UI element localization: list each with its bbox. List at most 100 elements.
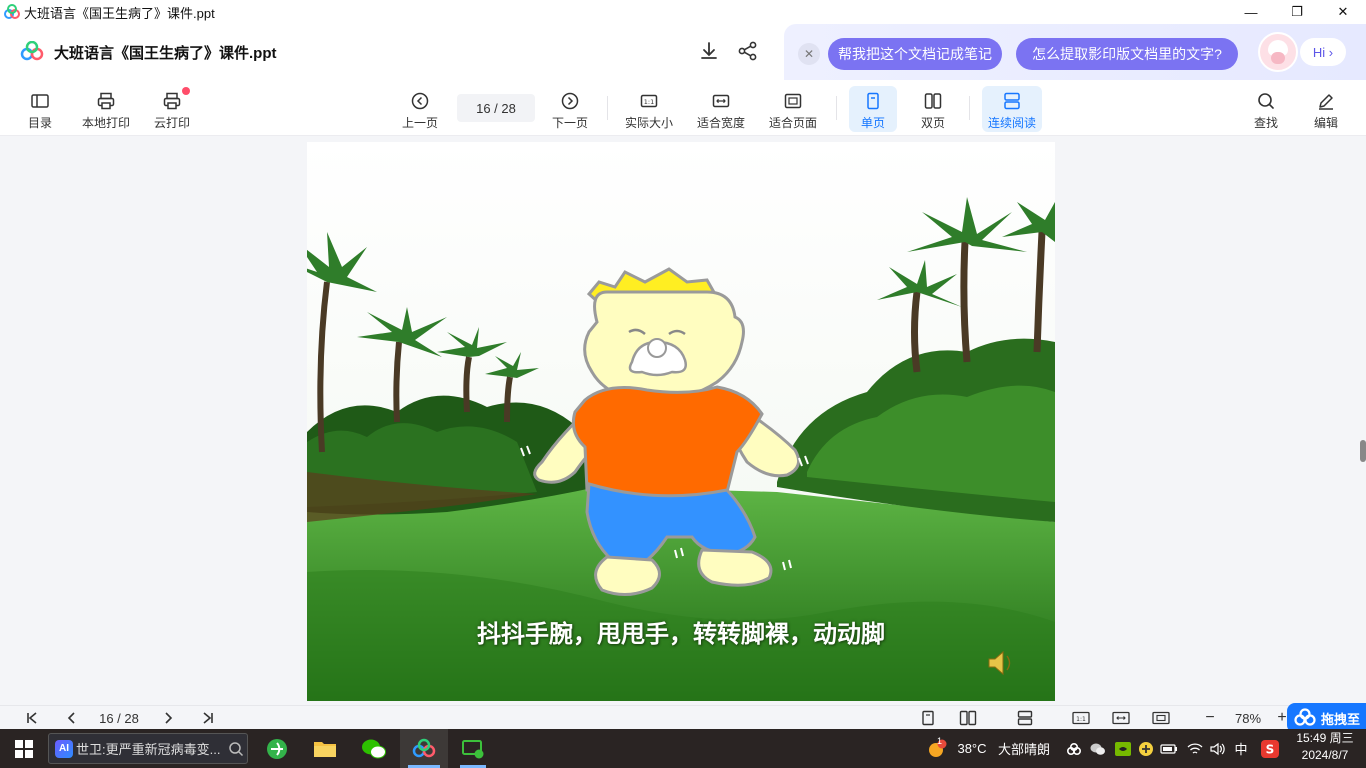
share-icon[interactable] — [737, 40, 759, 62]
battery-icon[interactable] — [1158, 729, 1180, 768]
close-icon[interactable]: ✕ — [798, 43, 820, 65]
cloud-printer-icon — [163, 92, 181, 110]
close-button[interactable]: ✕ — [1320, 0, 1366, 24]
last-page-icon[interactable] — [198, 706, 218, 730]
sogou-ime-icon[interactable]: S — [1258, 729, 1282, 768]
single-page-icon — [867, 92, 879, 110]
find-button[interactable]: 查找 — [1248, 86, 1284, 132]
wechat-tray-icon[interactable] — [1088, 729, 1108, 768]
actual-size-icon: 1:1 — [640, 94, 658, 108]
document-title: 大班语言《国王生病了》课件.ppt — [54, 45, 277, 62]
prev-page-icon[interactable] — [62, 706, 82, 730]
notification-dot — [182, 87, 190, 95]
volume-icon[interactable] — [1206, 729, 1228, 768]
wifi-icon[interactable] — [1184, 729, 1206, 768]
minimize-button[interactable]: — — [1228, 0, 1274, 24]
chevron-right-icon: › — [1328, 44, 1334, 60]
ai-assistant-avatar[interactable] — [1258, 32, 1298, 72]
fit-page-icon — [784, 93, 802, 109]
download-icon[interactable] — [698, 40, 720, 62]
page-number-input[interactable]: 16 / 28 — [457, 94, 535, 122]
local-print-label: 本地打印 — [81, 116, 130, 130]
local-print-button[interactable]: 本地打印 — [80, 86, 132, 132]
continuous-reading-button[interactable]: 连续阅读 — [982, 86, 1042, 132]
baidu-netdisk-icon — [1294, 708, 1316, 726]
double-page-icon — [924, 93, 942, 109]
next-page-button[interactable]: 下一页 — [550, 86, 590, 132]
continuous-reading-label: 连续阅读 — [987, 116, 1036, 130]
arrow-left-circle-icon — [411, 92, 429, 110]
zoom-level[interactable]: 78% — [1228, 706, 1268, 730]
prev-page-button[interactable]: 上一页 — [400, 86, 440, 132]
baidu-netdisk-tray-icon[interactable] — [1064, 729, 1084, 768]
fit-width-icon[interactable] — [1110, 706, 1132, 730]
drag-upload-label: 拖拽至 — [1321, 711, 1361, 727]
svg-text:1:1: 1:1 — [644, 98, 654, 106]
nvidia-tray-icon[interactable] — [1112, 729, 1134, 768]
zoom-out-icon[interactable]: − — [1200, 706, 1220, 730]
clock-date: 2024/8/7 — [1301, 748, 1349, 762]
fit-width-icon — [712, 94, 730, 108]
fit-width-label: 适合宽度 — [696, 116, 745, 130]
svg-text:S: S — [1266, 742, 1275, 756]
file-explorer-icon[interactable] — [304, 729, 346, 768]
svg-text:1:1: 1:1 — [1076, 716, 1086, 723]
ai-icon: AI — [55, 739, 73, 758]
arrow-right-circle-icon — [561, 92, 579, 110]
double-page-label: 双页 — [920, 116, 945, 130]
weather-icon[interactable]: 1 — [924, 729, 950, 768]
add-tray-icon[interactable] — [1136, 729, 1156, 768]
ai-prompt-note-button[interactable]: 帮我把这个文档记成笔记 — [828, 38, 1002, 70]
search-news-text: 世卫:更严重新冠病毒变... — [76, 742, 221, 757]
weather-description: 大部晴朗 — [997, 742, 1050, 757]
catalog-button[interactable]: 目录 — [22, 86, 58, 132]
actual-size-button[interactable]: 1:1 实际大小 — [622, 86, 676, 132]
baidu-netdisk-logo-icon — [20, 41, 44, 61]
clock-time: 15:49 周三 — [1296, 731, 1354, 745]
toolbar-divider — [836, 96, 837, 120]
cloud-print-label: 云打印 — [153, 116, 190, 130]
single-page-button[interactable]: 单页 — [849, 86, 897, 132]
fit-page-button[interactable]: 适合页面 — [766, 86, 820, 132]
slide-page: 抖抖手腕，甩甩手，转转脚裸，动动脚 — [307, 142, 1055, 701]
ai-prompt-ocr-button[interactable]: 怎么提取影印版文档里的文字? — [1016, 38, 1238, 70]
viewer-toolbar: 目录 本地打印 云打印 上一页 16 / 28 下一页 1:1 实际大小 适合宽… — [0, 80, 1366, 136]
fit-page-icon[interactable] — [1150, 706, 1172, 730]
find-label: 查找 — [1253, 116, 1278, 130]
search-icon — [229, 741, 244, 756]
next-page-label: 下一页 — [551, 116, 588, 130]
ai-hi-button[interactable]: Hi › — [1300, 38, 1346, 66]
double-page-view-icon[interactable] — [956, 706, 980, 730]
status-page-indicator[interactable]: 16 / 28 — [88, 706, 150, 730]
fit-width-button[interactable]: 适合宽度 — [694, 86, 748, 132]
weather-badge: 1 — [937, 736, 943, 746]
double-page-button[interactable]: 双页 — [909, 86, 957, 132]
baidu-netdisk-app-icon[interactable] — [400, 729, 448, 768]
edit-button[interactable]: 编辑 — [1308, 86, 1344, 132]
screen-share-app-icon[interactable] — [452, 729, 494, 768]
pencil-icon — [1319, 94, 1333, 110]
continuous-view-icon[interactable] — [1014, 706, 1036, 730]
browser-app-icon[interactable] — [256, 729, 298, 768]
taskbar-search-box[interactable]: AI 世卫:更严重新冠病毒变... — [48, 733, 248, 764]
continuous-reading-icon — [1004, 92, 1020, 110]
single-page-view-icon[interactable] — [918, 706, 938, 730]
slide-caption: 抖抖手腕，甩甩手，转转脚裸，动动脚 — [477, 619, 885, 648]
toolbar-divider — [607, 96, 608, 120]
actual-size-label: 实际大小 — [624, 116, 673, 130]
wechat-app-icon[interactable] — [352, 729, 396, 768]
taskbar-clock[interactable]: 15:49 周三 2024/8/7 — [1290, 730, 1360, 764]
search-icon — [1258, 93, 1274, 109]
taskbar: AI 世卫:更严重新冠病毒变... 1 38°C 大部晴朗 中 S 15:49 … — [0, 729, 1366, 768]
next-page-icon[interactable] — [158, 706, 178, 730]
vertical-scrollbar[interactable] — [1360, 440, 1366, 462]
ime-indicator[interactable]: 中 — [1230, 729, 1252, 768]
baidu-netdisk-icon — [4, 4, 20, 19]
title-bar: 大班语言《国王生病了》课件.ppt — ❐ ✕ — [0, 0, 1366, 24]
windows-start-icon[interactable] — [0, 729, 48, 768]
maximize-button[interactable]: ❐ — [1274, 0, 1320, 24]
catalog-icon — [31, 94, 49, 108]
prev-page-label: 上一页 — [401, 116, 438, 130]
first-page-icon[interactable] — [22, 706, 42, 730]
actual-size-icon[interactable]: 1:1 — [1070, 706, 1092, 730]
